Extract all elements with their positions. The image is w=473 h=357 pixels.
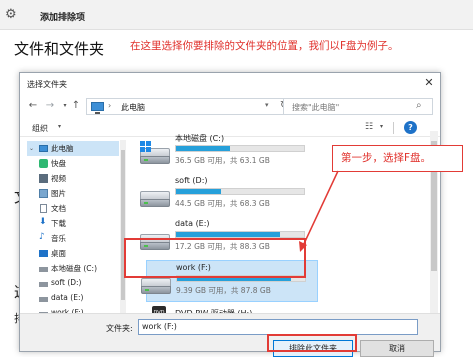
navigation-bar: ← → ▾ ↑ › 此电脑 ▾ ↻ 搜索"此电脑" ⌕	[20, 95, 440, 117]
hard-drive-icon	[141, 278, 171, 296]
nav-item-pictures[interactable]: 图片	[27, 186, 119, 201]
nav-label: 桌面	[51, 249, 66, 258]
step-one-callout: 第一步，选择F盘。	[332, 145, 463, 172]
exclude-button-highlight	[267, 334, 357, 352]
pc-icon	[39, 145, 48, 152]
nav-item-music[interactable]: ♪ 音乐	[27, 231, 119, 246]
nav-label: 图片	[51, 189, 66, 198]
picture-icon	[39, 189, 48, 198]
nav-label: 本地磁盘 (C:)	[51, 264, 97, 273]
drive-usage-fill	[176, 232, 280, 237]
gear-icon[interactable]: ⚙	[5, 8, 19, 22]
nav-item-desktop[interactable]: 桌面	[27, 246, 119, 261]
drive-name: 本地磁盘 (C:)	[175, 134, 225, 143]
drive-item-d[interactable]: soft (D:) 44.5 GB 可用，共 68.3 GB	[128, 174, 428, 216]
up-arrow-icon[interactable]: ↑	[70, 99, 82, 113]
nav-item-drive-e[interactable]: data (E:)	[27, 291, 119, 306]
drive-usage-fill	[176, 189, 221, 194]
address-bar[interactable]: › 此电脑 ▾ ↻	[86, 98, 296, 115]
nav-item-downloads[interactable]: ⬇ 下载	[27, 216, 119, 231]
nav-item-drive-c[interactable]: 本地磁盘 (C:)	[27, 261, 119, 276]
navigation-pane: ⌄ 此电脑 快盘 视频 图片 文档 ⬇ 下载 ♪ 音乐 桌面 本地磁盘 (C:)…	[27, 141, 119, 317]
nav-item-videos[interactable]: 视频	[27, 171, 119, 186]
cancel-button[interactable]: 取消	[360, 340, 434, 357]
drive-usage-bar	[175, 145, 305, 152]
drive-icon	[39, 282, 48, 287]
nav-label: 下载	[51, 219, 66, 228]
desktop-icon	[39, 250, 48, 257]
select-folder-dialog: 选择文件夹 ✕ ← → ▾ ↑ › 此电脑 ▾ ↻ 搜索"此电脑" ⌕ 组织 ▾…	[19, 72, 441, 357]
drive-name: soft (D:)	[175, 176, 208, 185]
search-placeholder: 搜索"此电脑"	[292, 103, 340, 112]
drive-usage-fill	[176, 146, 230, 151]
drive-icon	[39, 267, 48, 272]
hard-drive-icon	[140, 141, 170, 166]
windows-logo-icon	[140, 141, 152, 153]
drive-space-text: 44.5 GB 可用，共 68.3 GB	[175, 199, 270, 208]
pc-icon	[91, 102, 104, 114]
nav-label: 视频	[51, 174, 66, 183]
organize-menu[interactable]: 组织	[32, 123, 48, 134]
cloud-icon	[39, 159, 48, 168]
instruction-note: 在这里选择你要排除的文件夹的位置，我们以F盘为例子。	[130, 40, 399, 52]
search-input[interactable]: 搜索"此电脑" ⌕	[283, 98, 433, 115]
nav-item-kuaipan[interactable]: 快盘	[27, 156, 119, 171]
nav-item-documents[interactable]: 文档	[27, 201, 119, 216]
hard-drive-icon	[140, 191, 170, 209]
nav-item-this-pc[interactable]: ⌄ 此电脑	[27, 141, 119, 156]
drive-f-highlight	[124, 238, 306, 278]
address-dropdown-icon[interactable]: ▾	[265, 101, 269, 109]
settings-title: 添加排除项	[40, 13, 86, 23]
address-text: 此电脑	[121, 103, 145, 112]
video-icon	[39, 174, 48, 183]
drive-icon	[39, 297, 48, 302]
folder-field[interactable]: work (F:)	[138, 319, 418, 335]
download-icon: ⬇	[39, 217, 47, 227]
breadcrumb-chevron-icon[interactable]: ›	[108, 101, 111, 110]
back-arrow-icon[interactable]: ←	[27, 99, 39, 113]
dialog-titlebar	[20, 73, 440, 94]
nav-item-drive-d[interactable]: soft (D:)	[27, 276, 119, 291]
navigation-scrollbar[interactable]	[120, 140, 126, 318]
drive-usage-bar	[175, 231, 305, 238]
dialog-footer: 文件夹: work (F:) 排除此文件夹 取消	[20, 313, 440, 357]
chevron-down-icon[interactable]: ▾	[380, 123, 383, 130]
forward-arrow-icon[interactable]: →	[44, 99, 56, 113]
drive-name: data (E:)	[175, 219, 210, 228]
nav-label: 音乐	[51, 234, 66, 243]
nav-label: soft (D:)	[51, 278, 82, 287]
drive-usage-bar	[175, 188, 305, 195]
files-and-folders-heading: 文件和文件夹	[14, 40, 105, 58]
music-icon: ♪	[39, 232, 45, 242]
nav-label: data (E:)	[51, 293, 84, 302]
expand-chevron-icon[interactable]: ⌄	[29, 145, 38, 154]
dialog-title: 选择文件夹	[27, 80, 67, 89]
close-icon[interactable]: ✕	[422, 76, 436, 89]
folder-field-value: work (F:)	[142, 322, 177, 331]
folder-label: 文件夹:	[106, 324, 133, 333]
drive-space-text: 36.5 GB 可用，共 63.1 GB	[175, 156, 270, 165]
document-icon	[40, 204, 47, 213]
nav-label: 此电脑	[51, 144, 74, 153]
drive-space-text: 9.39 GB 可用，共 87.8 GB	[176, 286, 271, 295]
chevron-down-icon[interactable]: ▾	[58, 123, 61, 130]
search-icon[interactable]: ⌕	[416, 100, 422, 111]
nav-label: 文档	[51, 204, 66, 213]
nav-label: 快盘	[51, 159, 66, 168]
